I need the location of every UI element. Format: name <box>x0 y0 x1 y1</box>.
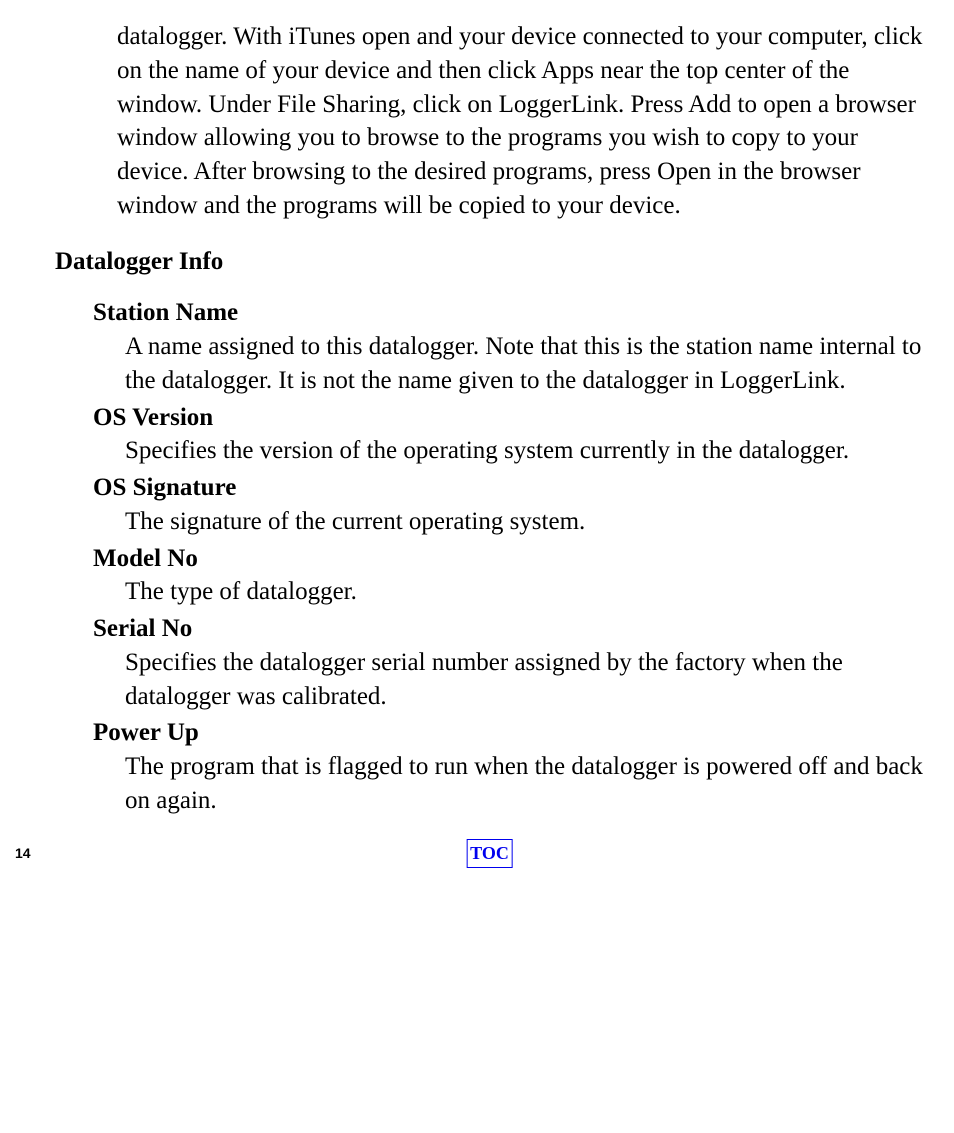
term-description: A name assigned to this datalogger. Note… <box>125 330 924 398</box>
term-title: OS Signature <box>93 471 924 505</box>
term-title: Power Up <box>93 716 924 750</box>
term-title: OS Version <box>93 401 924 435</box>
term-title: Model No <box>93 542 924 576</box>
term-description: Specifies the datalogger serial number a… <box>125 646 924 714</box>
term-description: The signature of the current operating s… <box>125 505 924 539</box>
term-description: The program that is flagged to run when … <box>125 750 924 818</box>
term-serial-no: Serial No Specifies the datalogger seria… <box>93 612 924 713</box>
intro-paragraph: datalogger. With iTunes open and your de… <box>117 20 924 223</box>
term-model-no: Model No The type of datalogger. <box>93 542 924 610</box>
page-number: 14 <box>15 844 31 863</box>
section-heading: Datalogger Info <box>55 245 924 279</box>
term-os-signature: OS Signature The signature of the curren… <box>93 471 924 539</box>
term-description: The type of datalogger. <box>125 575 924 609</box>
term-os-version: OS Version Specifies the version of the … <box>93 401 924 469</box>
term-power-up: Power Up The program that is flagged to … <box>93 716 924 817</box>
term-station-name: Station Name A name assigned to this dat… <box>93 296 924 397</box>
term-description: Specifies the version of the operating s… <box>125 434 924 468</box>
term-title: Station Name <box>93 296 924 330</box>
term-title: Serial No <box>93 612 924 646</box>
toc-link[interactable]: TOC <box>466 839 513 867</box>
